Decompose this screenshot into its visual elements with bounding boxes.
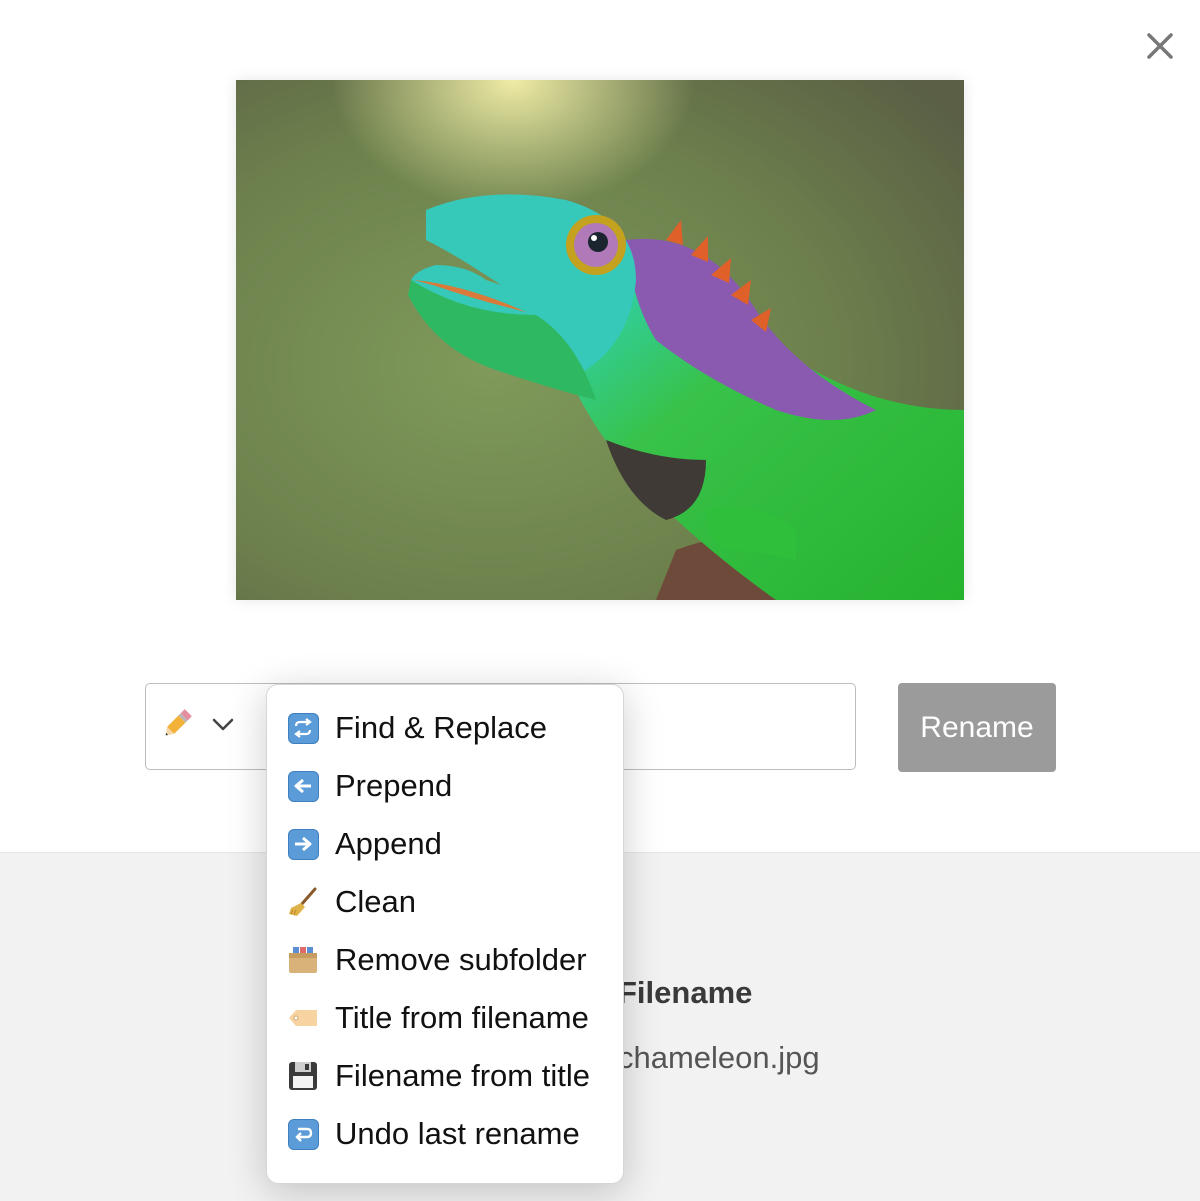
rename-action-dropdown[interactable] bbox=[160, 702, 260, 752]
filename-cell[interactable]: chameleon.jpg bbox=[618, 1040, 820, 1076]
menu-item-filename-from-title[interactable]: Filename from title bbox=[267, 1047, 623, 1105]
close-icon bbox=[1147, 33, 1173, 59]
menu-item-clean[interactable]: Clean bbox=[267, 873, 623, 931]
menu-item-label: Undo last rename bbox=[335, 1116, 580, 1151]
lizard-photo bbox=[236, 80, 964, 600]
broom-icon bbox=[286, 885, 320, 919]
menu-item-prepend[interactable]: Prepend bbox=[267, 757, 623, 815]
menu-item-title-from-filename[interactable]: Title from filename bbox=[267, 989, 623, 1047]
menu-item-find-replace[interactable]: Find & Replace bbox=[267, 699, 623, 757]
label-tag-icon bbox=[286, 1001, 320, 1035]
menu-item-label: Prepend bbox=[335, 768, 453, 803]
menu-item-label: Clean bbox=[335, 884, 416, 919]
menu-item-label: Find & Replace bbox=[335, 710, 547, 745]
menu-item-label: Title from filename bbox=[335, 1000, 589, 1035]
right-arrow-icon bbox=[286, 827, 320, 861]
chevron-down-icon bbox=[212, 718, 234, 737]
menu-item-undo-last-rename[interactable]: Undo last rename bbox=[267, 1105, 623, 1163]
menu-item-label: Remove subfolder bbox=[335, 942, 587, 977]
floppy-disk-icon bbox=[286, 1059, 320, 1093]
rename-button[interactable]: Rename bbox=[898, 683, 1056, 772]
rename-action-menu: Find & Replace Prepend Append Clean Remo… bbox=[266, 684, 624, 1184]
filename-column-header: Filename bbox=[618, 975, 753, 1010]
repeat-arrows-icon bbox=[286, 711, 320, 745]
menu-item-label: Append bbox=[335, 826, 442, 861]
menu-item-remove-subfolder[interactable]: Remove subfolder bbox=[267, 931, 623, 989]
close-button[interactable] bbox=[1138, 24, 1182, 68]
menu-item-label: Filename from title bbox=[335, 1058, 590, 1093]
return-arrow-icon bbox=[286, 1117, 320, 1151]
left-arrow-icon bbox=[286, 769, 320, 803]
menu-item-append[interactable]: Append bbox=[267, 815, 623, 873]
pencil-icon bbox=[160, 707, 194, 747]
card-file-box-icon bbox=[286, 943, 320, 977]
